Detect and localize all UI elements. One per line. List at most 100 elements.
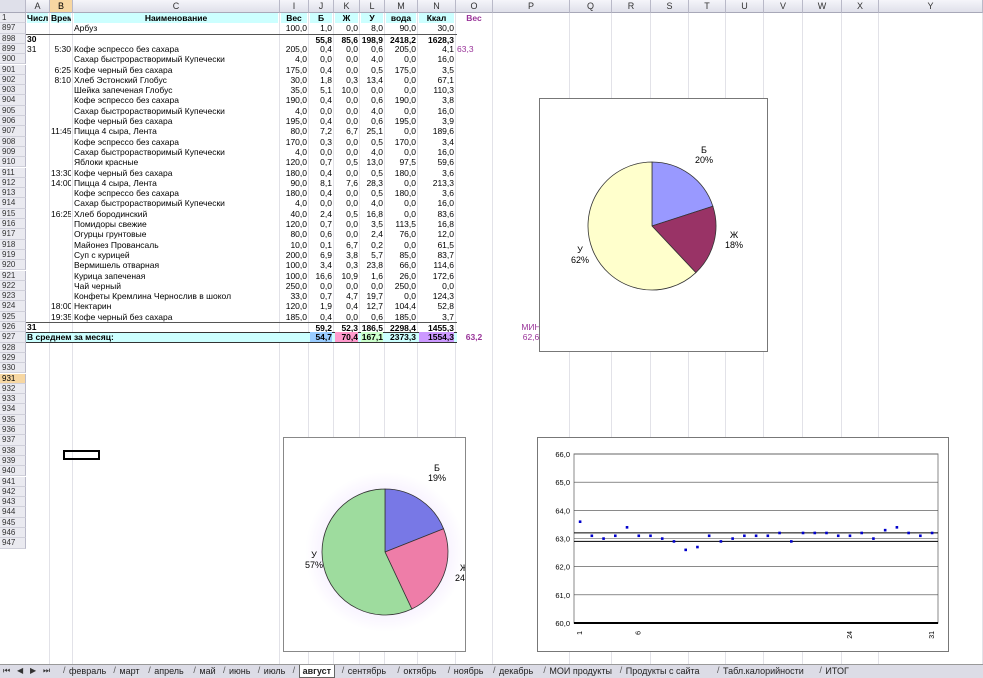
water-cell[interactable]: 0,0	[386, 85, 416, 95]
column-header-N[interactable]: N	[418, 0, 456, 13]
row-header[interactable]: 916	[0, 219, 26, 230]
weight-cell[interactable]: 4,0	[281, 147, 307, 157]
protein-cell[interactable]: 0,4	[310, 44, 332, 54]
row-header[interactable]: 946	[0, 528, 26, 539]
water-cell[interactable]: 185,0	[386, 312, 416, 322]
row-header[interactable]: 947	[0, 538, 26, 549]
weight-cell[interactable]: 190,0	[281, 95, 307, 105]
kcal-cell[interactable]: 3,4	[419, 137, 454, 147]
weight-cell[interactable]: 180,0	[281, 168, 307, 178]
protein-cell[interactable]: 0,0	[310, 147, 332, 157]
fat-cell[interactable]: 0,0	[335, 116, 358, 126]
weight-cell[interactable]: 80,0	[281, 126, 307, 136]
row-header[interactable]: 937	[0, 435, 26, 446]
row-header[interactable]: 906	[0, 116, 26, 127]
row-header[interactable]: 940	[0, 466, 26, 477]
kcal-cell[interactable]: 16,0	[419, 147, 454, 157]
column-header-A[interactable]: A	[26, 0, 50, 13]
column-header-J[interactable]: J	[309, 0, 334, 13]
weight-cell[interactable]: 4,0	[281, 198, 307, 208]
avg-water[interactable]: 2373,3	[386, 332, 416, 342]
weight-cell[interactable]: 180,0	[281, 188, 307, 198]
fat-cell[interactable]: 4,7	[335, 291, 358, 301]
time-cell[interactable]: 5:30	[51, 44, 71, 54]
protein-cell[interactable]: 0,6	[310, 229, 332, 239]
scatter-point[interactable]	[907, 531, 910, 535]
weight-cell[interactable]: 205,0	[281, 44, 307, 54]
row-header[interactable]: 917	[0, 229, 26, 240]
row-header[interactable]: 918	[0, 239, 26, 250]
carbs-cell[interactable]: 0,2	[361, 240, 383, 250]
scatter-point[interactable]	[813, 531, 817, 535]
weight-cell[interactable]: 33,0	[281, 291, 307, 301]
fat-cell[interactable]: 0,4	[335, 301, 358, 311]
kcal-cell[interactable]: 16,0	[419, 198, 454, 208]
row-header[interactable]: 925	[0, 311, 26, 322]
protein-cell[interactable]: 0,4	[310, 65, 332, 75]
last-sheet-button[interactable]: ⏭	[43, 666, 50, 676]
sheet-tab-0[interactable]: февраль	[69, 665, 106, 677]
protein-cell[interactable]: 0,7	[310, 291, 332, 301]
carbs-cell[interactable]: 4,0	[361, 198, 383, 208]
time-cell[interactable]: 6:25	[51, 65, 71, 75]
column-header-W[interactable]: W	[803, 0, 842, 13]
header-cell[interactable]: вода	[386, 13, 416, 23]
product-name[interactable]: Сахар быстрорастворимый Купечески	[74, 54, 278, 64]
column-header-Y[interactable]: Y	[879, 0, 983, 13]
carbs-cell[interactable]: 0,6	[361, 116, 383, 126]
protein-cell[interactable]: 7,2	[310, 126, 332, 136]
sheet-tab-1[interactable]: март	[119, 665, 139, 677]
product-name[interactable]: Конфеты Кремлина Чернослив в шокол	[74, 291, 278, 301]
product-name[interactable]: Кофе эспрессо без сахара	[74, 137, 278, 147]
water-cell[interactable]: 90,0	[386, 23, 416, 33]
product-name[interactable]: Кофе черный без сахара	[74, 168, 278, 178]
kcal-cell[interactable]: 110,3	[419, 85, 454, 95]
row-header[interactable]: 936	[0, 425, 26, 436]
row-header[interactable]: 938	[0, 445, 26, 456]
row-header[interactable]: 921	[0, 270, 26, 281]
row-header[interactable]: 944	[0, 507, 26, 518]
scatter-point[interactable]	[743, 534, 746, 538]
header-cell[interactable]: Вес	[457, 13, 491, 23]
scatter-point[interactable]	[731, 537, 734, 540]
weight-scatter-chart[interactable]: 66,0 65,0 64,0 63,0 62,0 61,0 60,0 1 6 24 31	[537, 437, 949, 652]
time-cell[interactable]: 11:45	[51, 126, 71, 136]
row-header[interactable]: 942	[0, 486, 26, 498]
prev-sheet-button[interactable]: ◀	[17, 666, 23, 675]
sheet-tab-6[interactable]: август	[298, 665, 336, 678]
protein-cell[interactable]: 0,4	[310, 188, 332, 198]
kcal-cell[interactable]: 61,5	[419, 240, 454, 250]
water-cell[interactable]: 76,0	[386, 229, 416, 239]
fat-cell[interactable]: 0,0	[335, 147, 358, 157]
water-cell[interactable]: 0,0	[386, 126, 416, 136]
carbs-cell[interactable]: 0,6	[361, 44, 383, 54]
header-cell[interactable]: Наименование	[74, 13, 278, 23]
product-name[interactable]: Хлеб Эстонский Глобус	[74, 75, 278, 85]
header-cell[interactable]: Число	[27, 13, 48, 23]
product-name[interactable]: Арбуз	[74, 23, 278, 33]
row-header[interactable]: 1	[0, 13, 26, 24]
row-header[interactable]: 935	[0, 414, 26, 425]
scatter-point[interactable]	[684, 548, 687, 552]
protein-cell[interactable]: 8,1	[310, 178, 332, 188]
scatter-point[interactable]	[590, 534, 594, 538]
row-header[interactable]: 898	[0, 33, 26, 44]
row-header[interactable]: 897	[0, 23, 26, 34]
scatter-point[interactable]	[883, 528, 887, 532]
scatter-point[interactable]	[860, 531, 863, 535]
body-weight-cell[interactable]: 63,3	[457, 44, 491, 54]
carbs-cell[interactable]: 3,5	[361, 219, 383, 229]
weight-cell[interactable]: 30,0	[281, 75, 307, 85]
kcal-cell[interactable]: 16,8	[419, 219, 454, 229]
weight-cell[interactable]: 120,0	[281, 301, 307, 311]
water-cell[interactable]: 0,0	[386, 106, 416, 116]
protein-cell[interactable]: 1,9	[310, 301, 332, 311]
row-header[interactable]: 932	[0, 383, 26, 395]
product-name[interactable]: Курица запеченая	[74, 271, 278, 281]
protein-cell[interactable]: 0,0	[310, 198, 332, 208]
row-header[interactable]: 910	[0, 157, 26, 168]
protein-cell[interactable]: 0,4	[310, 312, 332, 322]
fat-cell[interactable]: 0,0	[335, 95, 358, 105]
weight-cell[interactable]: 10,0	[281, 240, 307, 250]
carbs-cell[interactable]: 28,3	[361, 178, 383, 188]
